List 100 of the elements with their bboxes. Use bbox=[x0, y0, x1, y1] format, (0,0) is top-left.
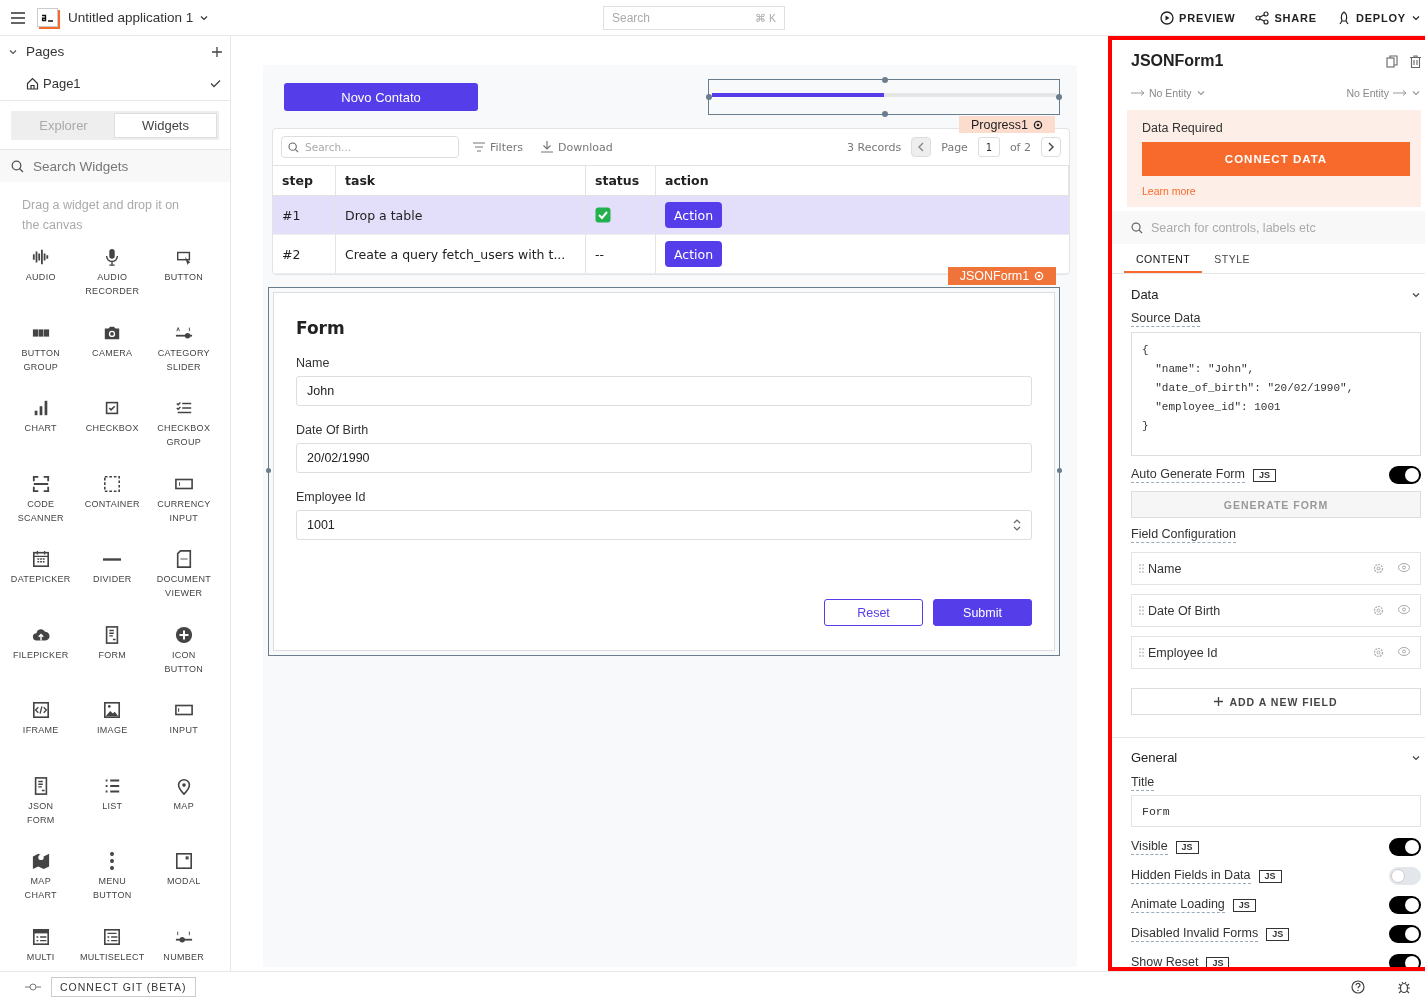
field-config-item[interactable]: Date Of Birth bbox=[1131, 594, 1421, 627]
widget-tile[interactable]: AUDIO bbox=[5, 248, 77, 284]
connect-git-button[interactable]: CONNECT GIT (BETA) bbox=[51, 976, 196, 997]
property-label: Disabled Invalid Forms bbox=[1131, 926, 1259, 942]
widget-tile[interactable]: FORM bbox=[76, 625, 148, 662]
widget-tile[interactable]: AUDIO RECORDER bbox=[76, 248, 148, 298]
table-cell: Create a query fetch_users with t... bbox=[336, 235, 586, 274]
resize-handle[interactable] bbox=[1056, 94, 1062, 100]
widget-tile[interactable]: DOCUMENT VIEWER bbox=[148, 550, 220, 600]
widget-tile[interactable]: IFRAME bbox=[5, 701, 77, 737]
toggle-switch[interactable] bbox=[1389, 466, 1421, 484]
widget-tile[interactable]: MENU BUTTON bbox=[76, 852, 148, 902]
widget-tile[interactable]: CHECKBOX bbox=[76, 399, 148, 435]
submit-button[interactable]: Submit bbox=[933, 599, 1032, 626]
js-toggle[interactable]: JS bbox=[1175, 840, 1199, 854]
widget-tile[interactable]: BUTTON GROUP bbox=[5, 323, 77, 374]
widget-tile[interactable]: LIST bbox=[76, 776, 148, 813]
toggle-switch[interactable] bbox=[1389, 925, 1421, 943]
code-editor[interactable]: { "name": "John", "date_of_birth": "20/02/1990", "employee_id": 1001 } bbox=[1131, 332, 1421, 456]
toggle-switch[interactable] bbox=[1389, 896, 1421, 914]
checkmark-icon bbox=[210, 79, 221, 88]
git-commit-icon bbox=[25, 982, 41, 991]
widget-tile[interactable]: CODE SCANNER bbox=[5, 474, 77, 525]
widget-tile[interactable]: CATEGORY SLIDER bbox=[148, 323, 220, 374]
js-toggle[interactable]: JS bbox=[1266, 927, 1290, 941]
field-label: Date Of Birth bbox=[296, 423, 370, 437]
eye-icon bbox=[1398, 647, 1410, 656]
download-button[interactable]: Download bbox=[537, 140, 617, 154]
app-logo[interactable] bbox=[37, 8, 58, 27]
page-item[interactable]: Page1 bbox=[0, 67, 230, 100]
widget-tile[interactable]: CONTAINER bbox=[76, 474, 148, 511]
input-field[interactable]: John bbox=[296, 376, 1032, 406]
widget-tile[interactable]: DATEPICKER bbox=[5, 550, 77, 586]
resize-handle[interactable] bbox=[882, 77, 888, 83]
tab[interactable]: Widgets bbox=[114, 113, 217, 138]
primary-button[interactable]: Novo Contato bbox=[284, 83, 478, 111]
next-page-button[interactable] bbox=[1041, 137, 1061, 157]
toolbar-action[interactable]: PREVIEW bbox=[1160, 10, 1236, 25]
widget-tile[interactable]: INPUT bbox=[148, 701, 220, 737]
checked-box-icon bbox=[595, 207, 611, 223]
menu-icon bbox=[11, 11, 25, 24]
property-label: Animate Loading bbox=[1131, 897, 1225, 913]
pdf-document-icon bbox=[174, 550, 193, 568]
resize-handle[interactable] bbox=[706, 94, 712, 100]
resize-handle[interactable] bbox=[882, 111, 888, 117]
input-field[interactable]: 1001 bbox=[296, 510, 1032, 540]
search-field[interactable]: Search Widgets bbox=[0, 150, 230, 182]
widget-tile[interactable]: MULTISELECT bbox=[76, 927, 148, 964]
widget-tile[interactable]: NUMBER bbox=[148, 927, 220, 964]
entity-dropdown[interactable]: No Entity bbox=[1346, 87, 1421, 99]
table-cell: #2 bbox=[273, 235, 336, 274]
field-config-item[interactable]: Name bbox=[1131, 552, 1421, 585]
previous-page-button[interactable] bbox=[911, 137, 932, 157]
widget-tile[interactable]: IMAGE bbox=[76, 701, 148, 737]
widget-tile[interactable]: FILEPICKER bbox=[5, 625, 77, 662]
tab[interactable]: CONTENT bbox=[1124, 244, 1203, 273]
caret-icon bbox=[1195, 88, 1206, 98]
action-button[interactable]: Action bbox=[665, 202, 723, 228]
page-label: Page bbox=[941, 140, 968, 154]
toolbar-action[interactable]: DEPLOY bbox=[1336, 10, 1421, 25]
resize-handle[interactable] bbox=[266, 468, 271, 473]
widget-name-tag[interactable]: Progress1 bbox=[959, 116, 1055, 133]
js-toggle[interactable]: JS bbox=[1232, 898, 1256, 912]
field-config-item[interactable]: Employee Id bbox=[1131, 636, 1421, 669]
toggle-switch[interactable] bbox=[1389, 838, 1421, 856]
widget-tile[interactable]: CAMERA bbox=[76, 323, 148, 360]
input-field[interactable]: Form bbox=[1131, 795, 1421, 827]
widget-tile[interactable]: CHART bbox=[5, 399, 77, 435]
js-toggle[interactable]: JS bbox=[1206, 956, 1230, 970]
toggle-switch[interactable] bbox=[1389, 867, 1421, 885]
widget-tile[interactable]: CURRENCY INPUT bbox=[148, 474, 220, 525]
widget-tile[interactable]: MODAL bbox=[148, 852, 220, 888]
action-button[interactable]: Action bbox=[665, 241, 723, 267]
search-icon bbox=[288, 141, 299, 153]
app-name-dropdown[interactable]: Untitled application 1 bbox=[68, 10, 210, 25]
js-toggle[interactable]: JS bbox=[1258, 869, 1282, 883]
widget-tile[interactable]: MULTI bbox=[5, 927, 77, 964]
reset-button[interactable]: Reset bbox=[824, 599, 923, 626]
widget-tile[interactable]: DIVIDER bbox=[76, 550, 148, 586]
code-frame-icon bbox=[31, 701, 50, 719]
widget-tile[interactable]: MAP CHART bbox=[5, 852, 77, 902]
widget-tile[interactable]: ICON BUTTON bbox=[148, 625, 220, 676]
trash-icon bbox=[1410, 54, 1421, 68]
widget-tile[interactable]: JSON FORM bbox=[5, 776, 77, 827]
entity-dropdown[interactable]: No Entity bbox=[1131, 87, 1206, 99]
widget-tile[interactable]: BUTTON bbox=[148, 248, 220, 284]
add-field-button[interactable]: ADD A NEW FIELD bbox=[1131, 688, 1421, 715]
filters-button[interactable]: Filters bbox=[469, 140, 527, 154]
property-label: Field Configuration bbox=[1131, 527, 1236, 543]
toolbar-action[interactable]: SHARE bbox=[1255, 10, 1317, 25]
chevron-left-icon bbox=[917, 142, 926, 152]
js-toggle[interactable]: JS bbox=[1252, 468, 1276, 482]
input-field[interactable]: 20/02/1990 bbox=[296, 443, 1032, 473]
tab[interactable]: STYLE bbox=[1202, 244, 1262, 273]
play-circle-icon bbox=[1160, 10, 1175, 25]
record-count: 3 Records bbox=[847, 140, 902, 154]
page-number-field[interactable]: 1 bbox=[977, 137, 1000, 157]
widget-tile[interactable]: CHECKBOX GROUP bbox=[148, 399, 220, 449]
widget-tile[interactable]: MAP bbox=[148, 776, 220, 813]
resize-handle[interactable] bbox=[1057, 468, 1062, 473]
